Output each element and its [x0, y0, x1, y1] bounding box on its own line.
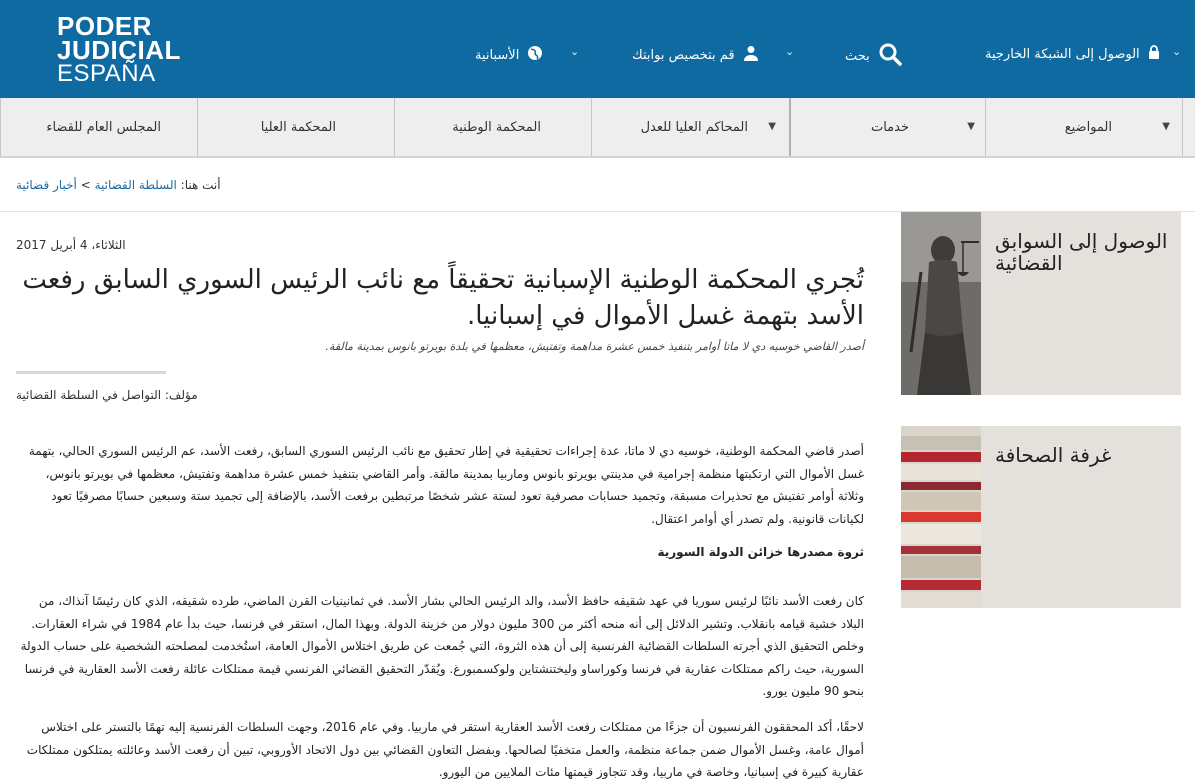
nav-item-label: المواضيع: [1064, 120, 1112, 135]
language-label: الأسبانية: [475, 47, 520, 63]
article-author: مؤلف: التواصل في السلطة القضائية: [16, 388, 198, 402]
site-header: PODER JUDICIAL ESPAÑA الوصول إلى الشبكة …: [0, 0, 1195, 98]
nav-item-services[interactable]: خدمات ▼: [789, 98, 987, 156]
chevron-down-icon[interactable]: ⌄: [785, 45, 794, 58]
main-nav: المواضيع ▼ خدمات ▼ المحاكم العليا للعدل …: [0, 98, 1195, 158]
article-paragraph-1: أصدر قاضي المحكمة الوطنية، خوسيه دي لا م…: [28, 444, 864, 526]
article-paragraph-3: لاحقًا، أكد المحققون الفرنسيون أن جزءًا …: [26, 720, 864, 779]
nav-item-label: المحكمة الوطنية: [452, 120, 541, 135]
site-logo[interactable]: PODER JUDICIAL ESPAÑA: [57, 13, 181, 87]
justice-statue-image: [901, 212, 981, 395]
nav-item-national-court[interactable]: المحكمة الوطنية: [394, 98, 591, 156]
search-link[interactable]: بحث: [845, 42, 902, 70]
nav-item-topics[interactable]: المواضيع ▼: [985, 98, 1183, 156]
nav-item-label: المجلس العام للقضاء: [46, 120, 161, 135]
caret-down-icon: ▼: [1162, 121, 1170, 132]
nav-item-label: المحكمة العليا: [260, 120, 336, 135]
breadcrumb: أنت هنا: السلطة القضائية > أخبار قضائية: [16, 178, 221, 192]
language-selector[interactable]: الأسبانية: [475, 45, 543, 65]
press-room-title: غرفة الصحافة: [995, 443, 1112, 467]
globe-icon: [527, 45, 543, 65]
lock-icon: [1148, 45, 1160, 63]
press-room-card[interactable]: غرفة الصحافة: [901, 426, 1181, 608]
case-law-access-title: الوصول إلى السوابق القضائية: [995, 229, 1168, 275]
chevron-down-icon[interactable]: ⌄: [570, 45, 579, 58]
breadcrumb-link-judiciary[interactable]: السلطة القضائية: [95, 178, 177, 192]
article-subtitle: أصدر القاضي خوسيه دي لا ماتا أوامر بتنفي…: [325, 340, 864, 353]
author-divider: [16, 371, 166, 374]
logo-line3: ESPAÑA: [57, 60, 156, 87]
personalize-portal-link[interactable]: قم بتخصيص بوابتك: [632, 45, 759, 65]
nav-item-supreme-court[interactable]: المحكمة العليا: [197, 98, 394, 156]
user-icon: [743, 45, 759, 65]
breadcrumb-separator: >: [80, 178, 91, 192]
section-heading: ثروة مصدرها خزائن الدولة السورية: [657, 545, 864, 559]
article-date: الثلاثاء، 4 أبريل 2017: [16, 238, 126, 252]
nav-item-high-courts[interactable]: المحاكم العليا للعدل ▼: [591, 98, 788, 156]
article-paragraph-2: كان رفعت الأسد نائبًا لرئيس سوريا في عهد…: [20, 594, 864, 698]
case-law-access-card[interactable]: الوصول إلى السوابق القضائية: [901, 212, 1181, 395]
caret-down-icon: ▼: [967, 121, 975, 132]
search-icon: [878, 42, 902, 70]
chevron-down-icon[interactable]: ⌄: [1172, 45, 1181, 58]
newspapers-image: [901, 426, 981, 608]
personalize-label: قم بتخصيص بوابتك: [632, 47, 735, 63]
extranet-access-link[interactable]: الوصول إلى الشبكة الخارجية: [985, 45, 1160, 63]
nav-item-label: المحاكم العليا للعدل: [640, 120, 748, 135]
breadcrumb-prefix: أنت هنا:: [180, 178, 221, 192]
nav-item-label: خدمات: [870, 120, 909, 135]
article-title: تُجري المحكمة الوطنية الإسبانية تحقيقاً …: [22, 265, 864, 331]
caret-down-icon: ▼: [768, 121, 776, 132]
breadcrumb-link-news[interactable]: أخبار قضائية: [16, 178, 77, 192]
extranet-access-label: الوصول إلى الشبكة الخارجية: [985, 46, 1140, 62]
logo-line2: JUDICIAL: [57, 35, 181, 65]
search-label: بحث: [845, 48, 870, 64]
nav-item-general-council[interactable]: المجلس العام للقضاء: [0, 98, 197, 156]
article: الثلاثاء، 4 أبريل 2017 تُجري المحكمة الو…: [16, 238, 864, 779]
